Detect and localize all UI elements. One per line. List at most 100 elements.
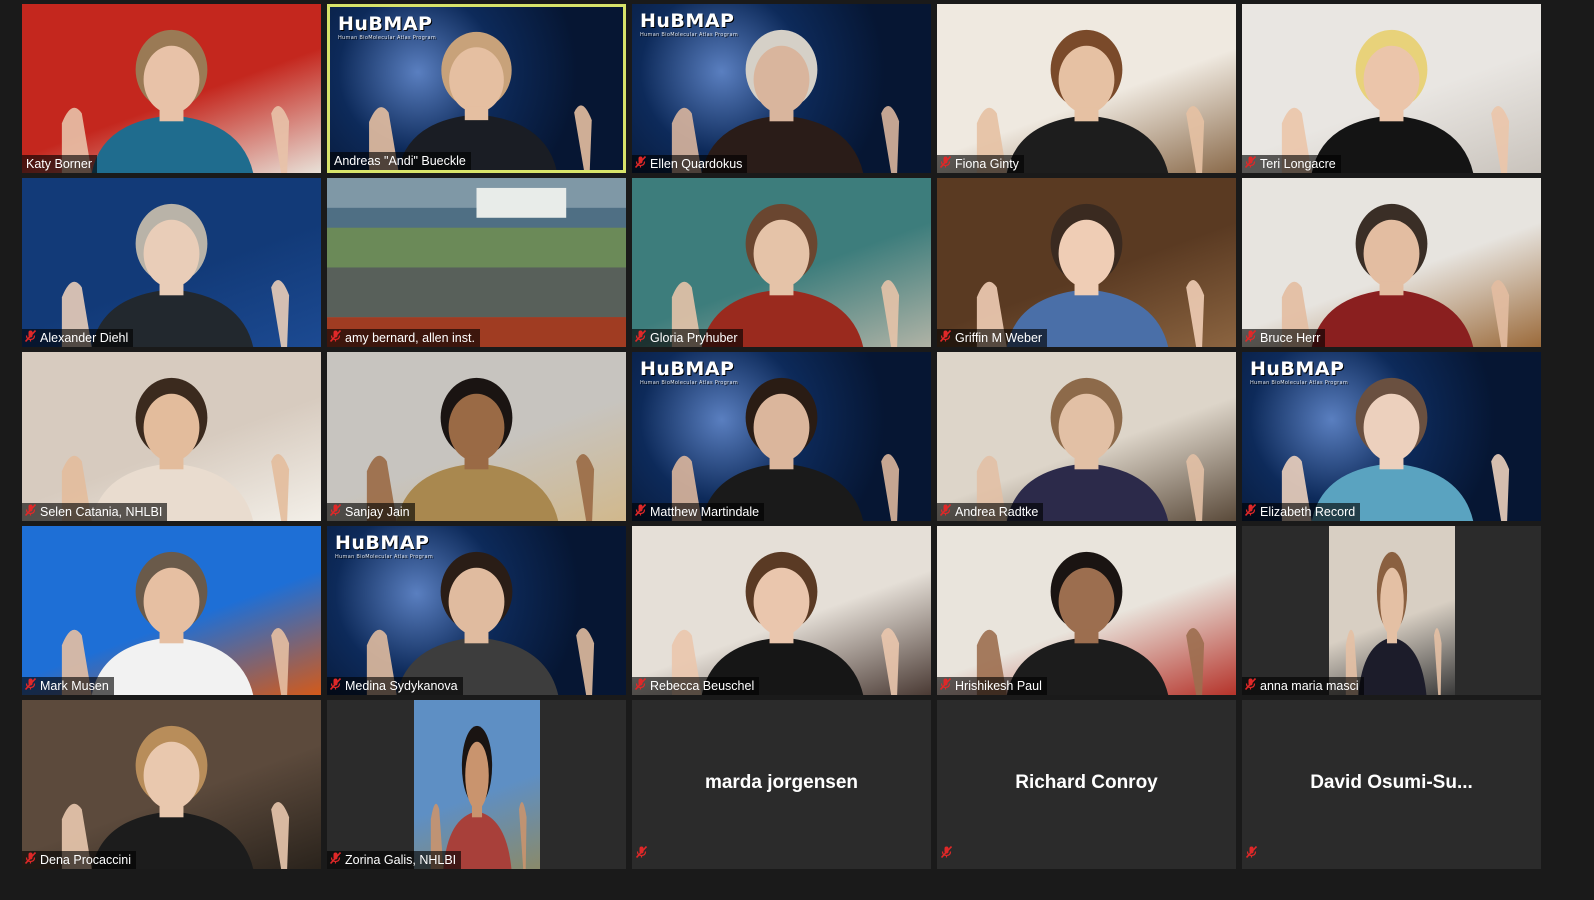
participant-name-label: anna maria masci	[1242, 677, 1364, 695]
participant-tile[interactable]: Richard Conroy	[937, 700, 1236, 869]
participant-figure	[632, 526, 931, 695]
participant-tile[interactable]: HuBMAP Human BioMolecular Atlas Program El…	[632, 4, 931, 173]
participant-tile[interactable]: Dena Procaccini	[22, 700, 321, 869]
participant-tile[interactable]: Katy Borner	[22, 4, 321, 173]
participant-video	[632, 178, 931, 347]
participant-tile[interactable]: Zorina Galis, NHLBI	[327, 700, 626, 869]
muted-mic-icon	[1245, 678, 1256, 694]
muted-mic-icon	[330, 504, 341, 520]
participant-tile[interactable]: Hrishikesh Paul	[937, 526, 1236, 695]
muted-mic-icon	[330, 330, 341, 346]
participant-video	[1242, 4, 1541, 173]
participant-figure	[327, 352, 626, 521]
participant-name: Katy Borner	[26, 157, 93, 171]
participant-tile[interactable]: Fiona Ginty	[937, 4, 1236, 173]
hubmap-logo: HuBMAP Human BioMolecular Atlas Program	[1250, 358, 1348, 386]
participant-name: Rebecca Beuschel	[650, 679, 755, 693]
participant-tile[interactable]: HuBMAP Human BioMolecular Atlas Program El…	[1242, 352, 1541, 521]
participant-tile[interactable]: anna maria masci	[1242, 526, 1541, 695]
participant-name: Hrishikesh Paul	[955, 679, 1042, 693]
hubmap-logo: HuBMAP Human BioMolecular Atlas Program	[338, 13, 436, 41]
participant-video	[22, 700, 321, 869]
participant-name-label: Zorina Galis, NHLBI	[327, 851, 462, 869]
participant-display-name: Richard Conroy	[1015, 771, 1158, 793]
muted-mic-icon	[941, 845, 952, 863]
participant-figure	[937, 352, 1236, 521]
muted-mic-icon	[1245, 156, 1256, 172]
hubmap-logo-text: HuBMAP	[640, 10, 735, 32]
participant-tile[interactable]: Griffin M Weber	[937, 178, 1236, 347]
muted-mic-icon	[636, 845, 647, 863]
muted-mic-icon	[330, 678, 341, 694]
muted-mic-icon	[1246, 845, 1257, 863]
participant-figure	[937, 178, 1236, 347]
participant-tile[interactable]: HuBMAP Human BioMolecular Atlas Program An…	[327, 4, 626, 173]
participant-figure	[22, 178, 321, 347]
participant-tile[interactable]: Rebecca Beuschel	[632, 526, 931, 695]
participant-tile[interactable]: Mark Musen	[22, 526, 321, 695]
participant-name-label: Medina Sydykanova	[327, 677, 463, 695]
participant-video	[937, 4, 1236, 173]
participant-figure	[22, 700, 321, 869]
participant-name-label: amy bernard, allen inst.	[327, 329, 480, 347]
participant-name: amy bernard, allen inst.	[345, 331, 475, 345]
participant-tile[interactable]: HuBMAP Human BioMolecular Atlas Program Me…	[327, 526, 626, 695]
hubmap-logo-text: HuBMAP	[640, 358, 735, 380]
participant-name: Matthew Martindale	[650, 505, 760, 519]
participant-tile[interactable]: Selen Catania, NHLBI	[22, 352, 321, 521]
participant-name-label: Andreas "Andi" Bueckle	[330, 152, 471, 170]
muted-mic-icon	[635, 156, 646, 172]
participant-name-label: Gloria Pryhuber	[632, 329, 743, 347]
muted-mic-icon	[635, 504, 646, 520]
muted-mic-icon	[1245, 504, 1256, 520]
muted-mic-icon	[940, 678, 951, 694]
hubmap-logo-text: HuBMAP	[335, 532, 430, 554]
participant-video	[22, 4, 321, 173]
participant-tile[interactable]: Sanjay Jain	[327, 352, 626, 521]
hubmap-logo-subtext: Human BioMolecular Atlas Program	[335, 554, 433, 560]
muted-mic-icon	[1245, 330, 1256, 346]
participant-tile[interactable]: David Osumi-Su...	[1242, 700, 1541, 869]
participant-video	[937, 526, 1236, 695]
participant-name: Medina Sydykanova	[345, 679, 458, 693]
muted-mic-icon	[330, 852, 341, 868]
participant-name-label: Matthew Martindale	[632, 503, 765, 521]
participant-tile[interactable]: Teri Longacre	[1242, 4, 1541, 173]
hubmap-logo: HuBMAP Human BioMolecular Atlas Program	[640, 358, 738, 386]
participant-tile[interactable]: HuBMAP Human BioMolecular Atlas Program Ma…	[632, 352, 931, 521]
participant-tile[interactable]: Andrea Radtke	[937, 352, 1236, 521]
participant-name-label: Teri Longacre	[1242, 155, 1341, 173]
muted-mic-icon	[635, 330, 646, 346]
participant-figure	[22, 4, 321, 173]
participant-name: Zorina Galis, NHLBI	[345, 853, 457, 867]
participant-figure	[22, 352, 321, 521]
participant-tile[interactable]: marda jorgensen	[632, 700, 931, 869]
participant-figure	[632, 178, 931, 347]
scene-image	[327, 178, 626, 347]
participant-tile[interactable]: amy bernard, allen inst.	[327, 178, 626, 347]
participant-name: Andreas "Andi" Bueckle	[334, 154, 466, 168]
muted-mic-icon	[25, 678, 36, 694]
participant-name: Teri Longacre	[1260, 157, 1336, 171]
participant-figure	[414, 700, 540, 869]
muted-mic-icon	[940, 156, 951, 172]
participant-tile[interactable]: Gloria Pryhuber	[632, 178, 931, 347]
participant-name-label: Mark Musen	[22, 677, 114, 695]
participant-name: Griffin M Weber	[955, 331, 1043, 345]
muted-mic-icon	[25, 504, 36, 520]
participant-video	[22, 352, 321, 521]
participant-name-label: Bruce Herr	[1242, 329, 1326, 347]
participant-video	[327, 352, 626, 521]
participant-video	[937, 178, 1236, 347]
participant-tile[interactable]: Bruce Herr	[1242, 178, 1541, 347]
participant-video	[632, 526, 931, 695]
participant-video	[22, 526, 321, 695]
participant-tile[interactable]: Alexander Diehl	[22, 178, 321, 347]
participant-name: Bruce Herr	[1260, 331, 1321, 345]
participant-name-label: Fiona Ginty	[937, 155, 1024, 173]
participant-name-label: Alexander Diehl	[22, 329, 134, 347]
participant-name: Fiona Ginty	[955, 157, 1019, 171]
muted-mic-icon	[635, 678, 646, 694]
participant-figure	[1329, 526, 1455, 695]
participant-name: Mark Musen	[40, 679, 109, 693]
